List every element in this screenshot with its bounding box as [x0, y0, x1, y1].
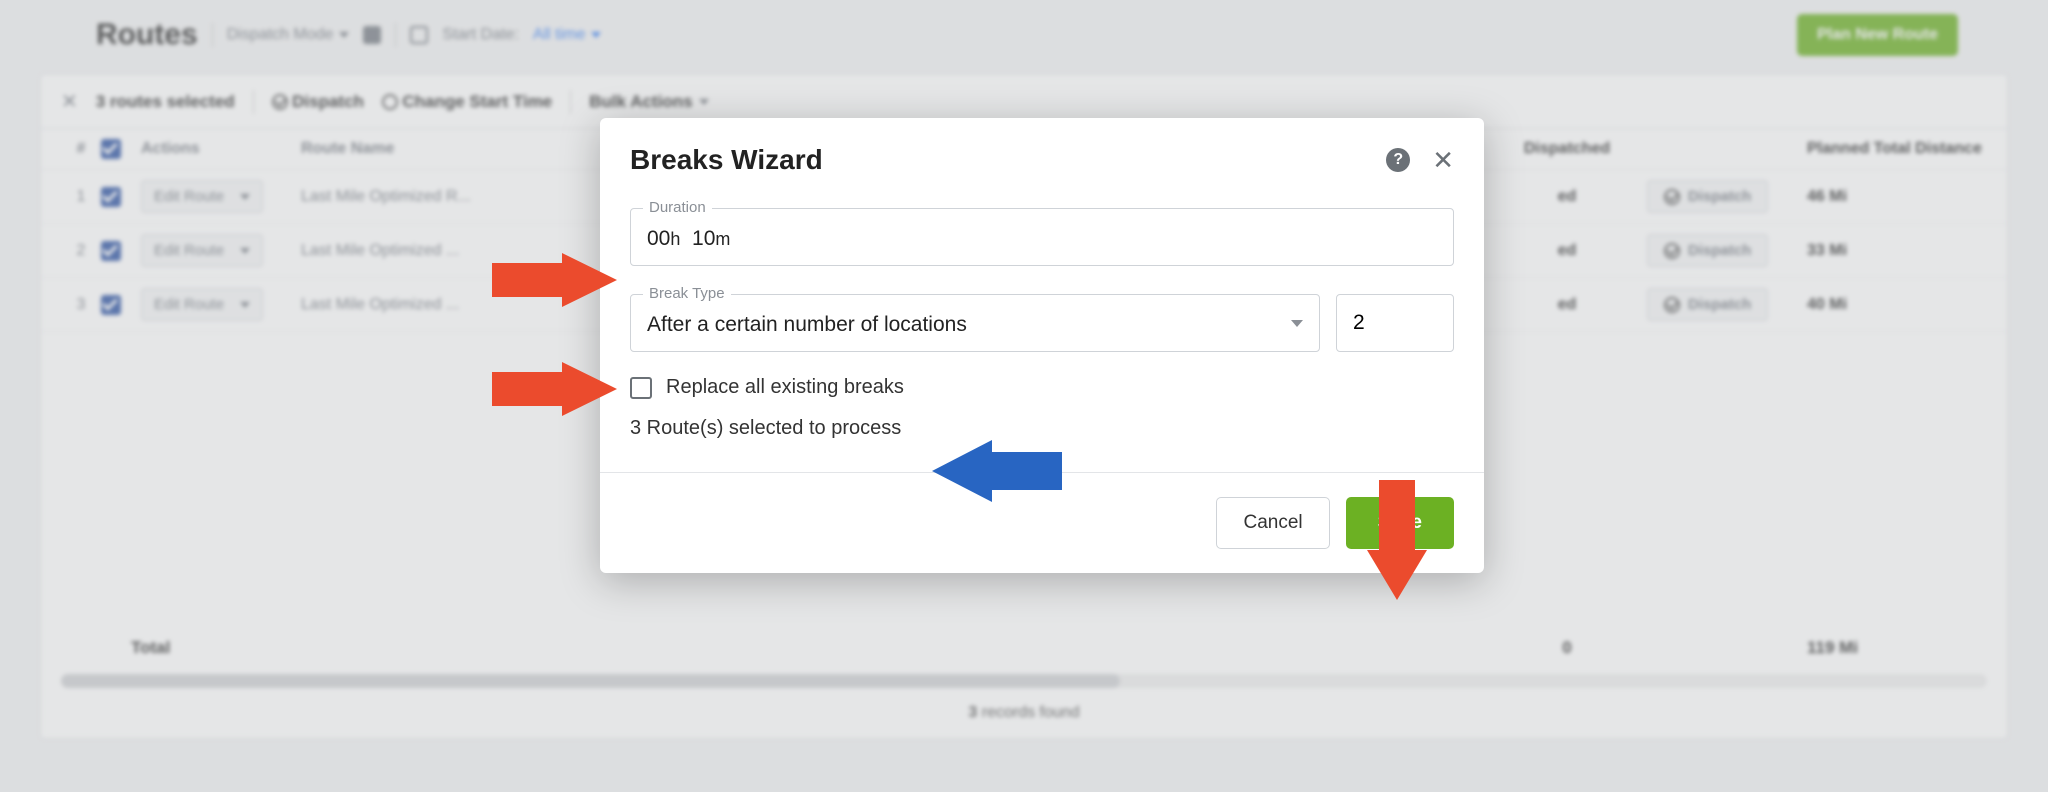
duration-minutes: 10	[692, 227, 715, 250]
annotation-arrow-replace	[927, 440, 1062, 502]
break-type-select[interactable]: Break Type After a certain number of loc…	[630, 294, 1320, 352]
annotation-arrow-duration	[492, 253, 622, 313]
replace-breaks-label: Replace all existing breaks	[666, 376, 904, 399]
cancel-button[interactable]: Cancel	[1216, 497, 1329, 549]
replace-breaks-checkbox[interactable]	[630, 377, 652, 399]
break-type-value: After a certain number of locations	[647, 313, 967, 337]
duration-hours: 00	[647, 227, 670, 250]
help-icon[interactable]: ?	[1386, 148, 1410, 172]
chevron-down-icon	[1291, 320, 1303, 330]
modal-header: Breaks Wizard ? ✕	[600, 118, 1484, 198]
annotation-arrow-break-type	[492, 362, 622, 422]
duration-field[interactable]: Duration 00h 10m	[630, 208, 1454, 266]
modal-body: Duration 00h 10m Break Type After a cert…	[600, 198, 1484, 472]
break-type-number-input[interactable]: 2	[1336, 294, 1454, 352]
annotation-arrow-save	[1367, 480, 1427, 605]
close-icon[interactable]: ✕	[1432, 145, 1454, 176]
routes-selected-info: 3 Route(s) selected to process	[630, 417, 1454, 440]
break-type-legend: Break Type	[643, 285, 731, 302]
duration-legend: Duration	[643, 199, 712, 216]
breaks-wizard-modal: Breaks Wizard ? ✕ Duration 00h 10m Break…	[600, 118, 1484, 573]
modal-title: Breaks Wizard	[630, 144, 823, 176]
